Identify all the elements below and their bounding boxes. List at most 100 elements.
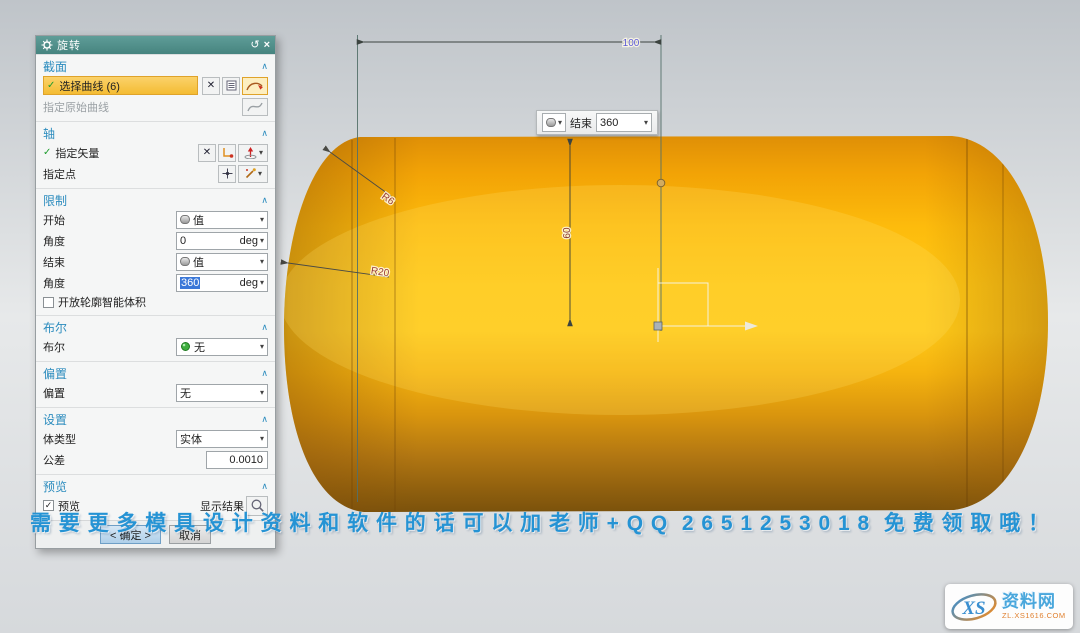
section-header-label: 截面 [43,58,67,75]
axis-origin-handle[interactable] [654,322,662,330]
specify-vector-row: ✓ 指定矢量 ✕ [43,142,268,163]
dimension-drag-handle[interactable] [657,179,665,187]
promo-banner-text: 需 要 更 多 模 具 设 计 资 料 和 软 件 的 话 可 以 加 老 师 … [0,507,1080,537]
deselect-vector-button[interactable]: ✕ [198,144,216,162]
settings-group: 设置 ∧ 体类型 实体 ▾ 公差 0.0010 [36,407,275,474]
boolean-header-label: 布尔 [43,319,67,336]
end-mode-value: 值 [193,254,257,270]
chevron-down-icon: ▾ [260,343,264,351]
application-window: 100 60 R6 R20 ▾ 结束 360 [0,0,1080,633]
tolerance-row: 公差 0.0010 [43,449,268,470]
boolean-none-icon [180,341,191,352]
start-angle-row: 角度 0 deg ▾ [43,230,268,251]
start-angle-value: 0 [180,235,240,247]
preview-group-header[interactable]: 预览 ∧ [43,477,268,495]
xs-logo-text: XS [961,598,985,619]
axis-group-header[interactable]: 轴 ∧ [43,124,268,142]
select-curve-row: ✓ 选择曲线 (6) ✕ [43,75,268,96]
settings-group-header[interactable]: 设置 ∧ [43,410,268,428]
curve-list-button[interactable] [222,77,240,95]
dialog-titlebar[interactable]: 旋转 ↺ × [36,36,275,54]
check-icon: ✓ [43,147,51,158]
collapse-icon[interactable]: ∧ [261,128,268,139]
end-angle-row: 角度 360 deg ▾ [43,272,268,293]
specify-point-row: 指定点 ▾ [43,163,268,184]
point-icon [221,167,234,180]
open-profile-label: 开放轮廓智能体积 [58,294,146,310]
boolean-combo[interactable]: 无 ▾ [176,338,268,356]
specify-point-label: 指定点 [43,166,76,182]
collapse-icon[interactable]: ∧ [261,195,268,206]
start-angle-input[interactable]: 0 deg ▾ [176,232,268,250]
deselect-all-button[interactable]: ✕ [202,77,220,95]
boolean-value: 无 [194,339,257,355]
specify-vector-label: 指定矢量 [55,145,99,161]
body-type-combo[interactable]: 实体 ▾ [176,430,268,448]
collapse-icon[interactable]: ∧ [261,481,268,492]
point-dialog-button[interactable]: ▾ [238,165,268,183]
boolean-label: 布尔 [43,339,65,355]
body-type-value: 实体 [180,431,257,447]
select-curve-field[interactable]: ✓ 选择曲线 (6) [43,76,198,95]
lasso-curve-icon [245,79,265,93]
boolean-row: 布尔 无 ▾ [43,336,268,357]
open-profile-row: 开放轮廓智能体积 [43,293,268,311]
preview-header-label: 预览 [43,478,67,495]
offset-header-label: 偏置 [43,365,67,382]
watermark-site-url: ZL.XS1616.COM [1002,612,1066,620]
body-type-row: 体类型 实体 ▾ [43,428,268,449]
offset-combo[interactable]: 无 ▾ [176,384,268,402]
check-icon: ✓ [47,80,55,91]
end-label: 结束 [43,254,65,270]
xs-logo-icon: XS [949,588,999,626]
point-constructor-button[interactable] [218,165,236,183]
limits-group: 限制 ∧ 开始 值 ▾ 角度 0 deg ▾ 结束 [36,188,275,315]
offset-group: 偏置 ∧ 偏置 无 ▾ [36,361,275,407]
start-angle-label: 角度 [43,233,65,249]
start-label: 开始 [43,212,65,228]
end-angle-inline-input[interactable]: 360 ▾ [596,113,652,132]
tolerance-value: 0.0010 [229,454,263,466]
dim-length-label[interactable]: 100 [623,38,640,49]
start-mode-combo[interactable]: 值 ▾ [176,211,268,229]
value-mode-icon [180,257,190,266]
collapse-icon[interactable]: ∧ [261,61,268,72]
settings-header-label: 设置 [43,411,67,428]
collapse-icon[interactable]: ∧ [261,414,268,425]
limits-group-header[interactable]: 限制 ∧ [43,191,268,209]
start-mode-row: 开始 值 ▾ [43,209,268,230]
chevron-down-icon: ▾ [260,237,264,245]
close-icon[interactable]: × [264,40,270,51]
lasso-select-button[interactable] [242,77,268,95]
end-angle-label: 角度 [43,275,65,291]
collapse-icon[interactable]: ∧ [261,322,268,333]
chevron-down-icon: ▾ [558,119,562,127]
select-curve-label: 选择曲线 (6) [59,78,120,94]
axis-header-label: 轴 [43,125,55,142]
tolerance-input[interactable]: 0.0010 [206,451,268,469]
offset-group-header[interactable]: 偏置 ∧ [43,364,268,382]
inferred-vector-button[interactable] [218,144,236,162]
collapse-icon[interactable]: ∧ [261,368,268,379]
start-angle-unit: deg [240,235,258,247]
onscreen-input-toolbar: ▾ 结束 360 ▾ [536,110,658,135]
chevron-down-icon: ▾ [258,170,262,178]
offset-value: 无 [180,385,257,401]
dim-height-label[interactable]: 60 [562,227,573,239]
watermark-badge: XS 资料网 ZL.XS1616.COM [945,584,1073,629]
section-group: 截面 ∧ ✓ 选择曲线 (6) ✕ [36,54,275,121]
point-wand-icon [244,167,257,180]
open-profile-checkbox[interactable] [43,297,54,308]
end-angle-unit: deg [240,277,258,289]
reset-icon[interactable]: ↺ [250,40,259,51]
origin-curve-button[interactable] [242,98,268,116]
end-angle-input[interactable]: 360 deg ▾ [176,274,268,292]
vector-dialog-button[interactable]: ▾ [238,144,268,162]
boolean-group-header[interactable]: 布尔 ∧ [43,318,268,336]
tolerance-label: 公差 [43,452,65,468]
section-group-header[interactable]: 截面 ∧ [43,57,268,75]
end-limit-mode-button[interactable]: ▾ [542,113,566,132]
limits-header-label: 限制 [43,192,67,209]
end-mode-combo[interactable]: 值 ▾ [176,253,268,271]
list-icon [226,80,237,91]
